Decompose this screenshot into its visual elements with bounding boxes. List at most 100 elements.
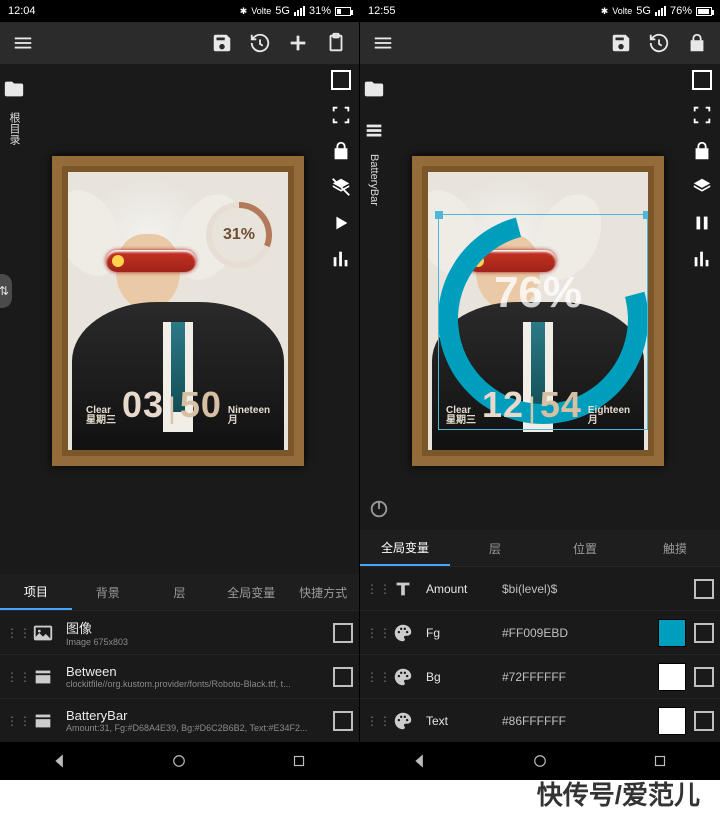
breadcrumb-label[interactable]: BatteryBar [368, 154, 380, 206]
editor-tabs: 项目背景层全局变量快捷方式 [0, 574, 359, 610]
drag-handle-icon[interactable]: ⋮⋮ [6, 714, 20, 728]
clock-stack: Clear星期三 12|54 Eighteen月 [446, 384, 648, 426]
tab-2[interactable]: 层 [144, 574, 216, 610]
item-checkbox[interactable] [694, 711, 714, 731]
property-value[interactable]: #86FFFFFF [502, 714, 650, 728]
property-name: Fg [426, 626, 494, 640]
tab-4[interactable]: 快捷方式 [287, 574, 359, 610]
breadcrumb-label[interactable]: 根目录 [6, 112, 22, 145]
item-subtitle: clockitfile//org.kustom.provider/fonts/R… [66, 679, 325, 689]
item-subtitle: Amount:31, Fg:#D68A4E39, Bg:#D6C2B6B2, T… [66, 723, 325, 733]
home-icon[interactable] [170, 752, 188, 770]
battery-icon [696, 7, 712, 16]
color-swatch[interactable] [658, 707, 686, 735]
history-icon[interactable] [243, 26, 277, 60]
clock-text: 12:04 [8, 5, 36, 17]
battery-icon [335, 7, 351, 16]
back-icon[interactable] [51, 752, 69, 770]
fullscreen-icon[interactable] [691, 104, 713, 126]
item-subtitle: Image 675x803 [66, 637, 325, 647]
list-item[interactable]: ⋮⋮ Betweenclockitfile//org.kustom.provide… [0, 654, 359, 698]
tab-0[interactable]: 全局变量 [360, 530, 450, 566]
palette-icon [388, 618, 418, 648]
app-toolbar [360, 22, 720, 64]
property-value[interactable]: #72FFFFFF [502, 670, 650, 684]
property-name: Amount [426, 582, 494, 596]
property-row[interactable]: ⋮⋮ Amount $bi(level)$ [360, 566, 720, 610]
folder-icon[interactable] [360, 72, 391, 106]
item-checkbox[interactable] [694, 579, 714, 599]
palette-icon [388, 662, 418, 692]
property-row[interactable]: ⋮⋮ Fg #FF009EBD [360, 610, 720, 654]
menu-icon[interactable] [6, 26, 40, 60]
tab-1[interactable]: 层 [450, 530, 540, 566]
equalizer-icon[interactable] [330, 248, 352, 270]
tab-2[interactable]: 位置 [540, 530, 630, 566]
item-list: ⋮⋮ 图像Image 675x803 ⋮⋮ Betweenclockitfile//o… [0, 610, 359, 742]
item-title: Between [66, 664, 325, 679]
drag-handle-icon[interactable]: ⋮⋮ [366, 714, 380, 728]
lock-icon[interactable] [680, 26, 714, 60]
folder-icon[interactable] [0, 72, 31, 106]
tab-3[interactable]: 触摸 [630, 530, 720, 566]
tab-1[interactable]: 背景 [72, 574, 144, 610]
menu-icon[interactable] [366, 26, 400, 60]
item-checkbox[interactable] [333, 667, 353, 687]
add-icon[interactable] [281, 26, 315, 60]
fullscreen-icon[interactable] [330, 104, 352, 126]
signal-icon [655, 6, 666, 16]
item-checkbox[interactable] [333, 623, 353, 643]
item-checkbox[interactable] [333, 711, 353, 731]
right-rail [327, 70, 355, 270]
item-title: 图像 [66, 618, 325, 637]
history-icon[interactable] [642, 26, 676, 60]
system-nav [0, 742, 359, 780]
left-rail: BatteryBar [360, 72, 388, 206]
property-value[interactable]: #FF009EBD [502, 626, 650, 640]
property-value[interactable]: $bi(level)$ [502, 582, 686, 596]
drag-handle-icon[interactable]: ⋮⋮ [366, 670, 380, 684]
signal-icon [294, 6, 305, 16]
status-bar: 12:55 ✱ Volte 5G 76% [360, 0, 720, 22]
layers-icon[interactable] [691, 176, 713, 198]
power-icon[interactable] [362, 492, 396, 526]
tab-3[interactable]: 全局变量 [215, 574, 287, 610]
item-checkbox[interactable] [694, 623, 714, 643]
selection-toggle[interactable] [692, 70, 712, 90]
drag-handle-icon[interactable]: ⋮⋮ [6, 670, 20, 684]
list-item[interactable]: ⋮⋮ 图像Image 675x803 [0, 610, 359, 654]
color-swatch[interactable] [658, 619, 686, 647]
widget-preview[interactable]: 31% Clear星期三 03|50 Nineteen月 [52, 156, 304, 466]
property-row[interactable]: ⋮⋮Text#86FFFFFF [360, 698, 720, 742]
item-title: BatteryBar [66, 708, 325, 723]
tab-0[interactable]: 项目 [0, 574, 72, 610]
save-icon[interactable] [604, 26, 638, 60]
selection-toggle[interactable] [331, 70, 351, 90]
play-icon[interactable] [330, 212, 352, 234]
stack-icon [28, 706, 58, 736]
lock-icon[interactable] [330, 140, 352, 162]
layers-off-icon[interactable] [330, 176, 352, 198]
color-swatch[interactable] [658, 663, 686, 691]
recent-icon[interactable] [651, 752, 669, 770]
widget-preview[interactable]: 76% Clear星期三 12|54 Eighteen月 [412, 156, 664, 466]
back-icon[interactable] [411, 752, 429, 770]
drawer-handle[interactable]: ⇅ [0, 274, 12, 308]
list-item[interactable]: ⋮⋮ BatteryBarAmount:31, Fg:#D68A4E39, Bg:… [0, 698, 359, 742]
equalizer-icon[interactable] [691, 248, 713, 270]
status-bar: 12:04 ✱ Volte 5G 31% [0, 0, 359, 22]
drag-handle-icon[interactable]: ⋮⋮ [366, 582, 380, 596]
drag-handle-icon[interactable]: ⋮⋮ [6, 626, 20, 640]
drag-handle-icon[interactable]: ⋮⋮ [366, 626, 380, 640]
image-icon [28, 618, 58, 648]
property-list: ⋮⋮ Amount $bi(level)$ ⋮⋮ Fg #FF009EBD ⋮⋮Bg#72F… [360, 566, 720, 742]
pause-icon[interactable] [691, 212, 713, 234]
stack-icon[interactable] [360, 114, 391, 148]
property-row[interactable]: ⋮⋮Bg#72FFFFFF [360, 654, 720, 698]
save-icon[interactable] [205, 26, 239, 60]
item-checkbox[interactable] [694, 667, 714, 687]
recent-icon[interactable] [290, 752, 308, 770]
home-icon[interactable] [531, 752, 549, 770]
clipboard-icon[interactable] [319, 26, 353, 60]
lock-icon[interactable] [691, 140, 713, 162]
